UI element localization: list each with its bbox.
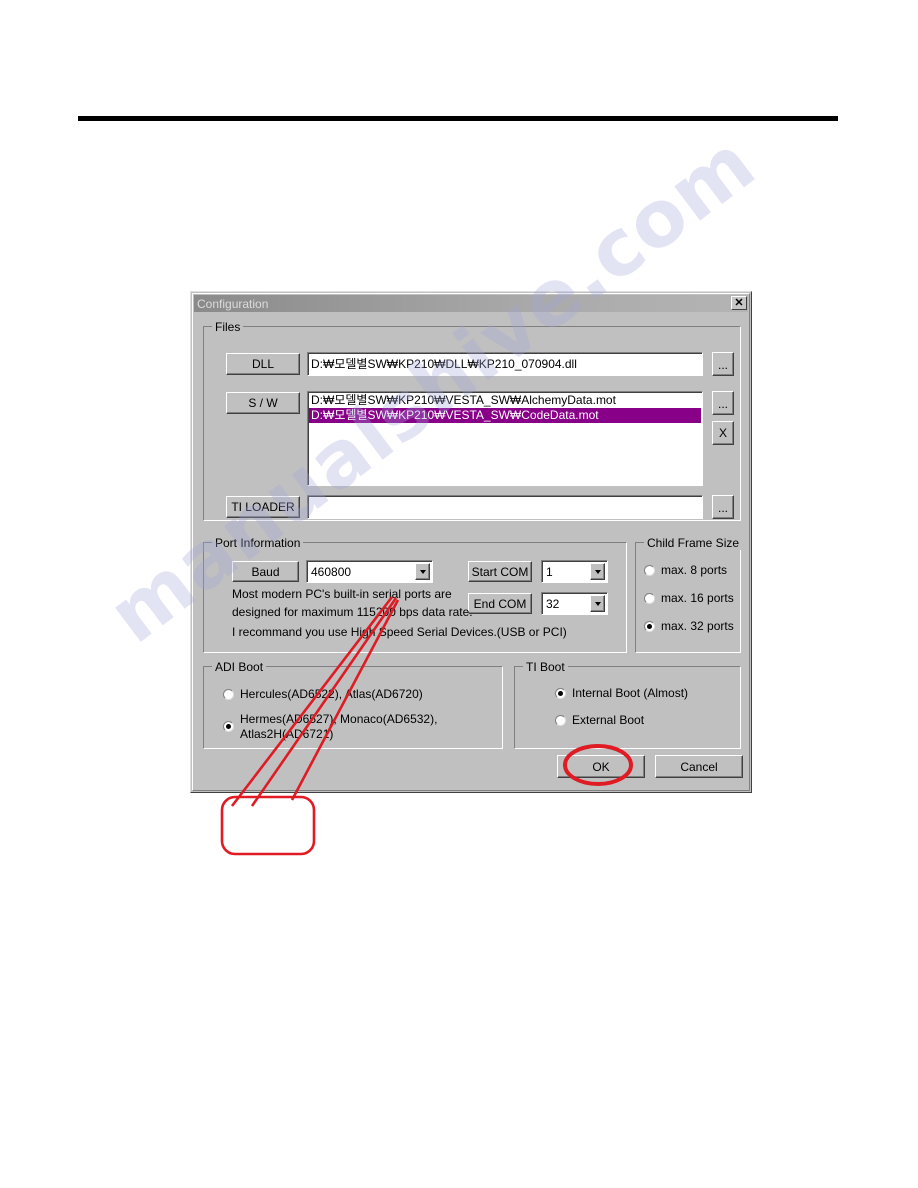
radio-icon[interactable] — [555, 715, 566, 726]
radio-label-line-2: Atlas2H(AD6721) — [240, 727, 334, 741]
sw-delete-button[interactable]: X — [712, 421, 734, 445]
radio-max-16-ports[interactable]: max. 16 ports — [644, 591, 734, 606]
configuration-dialog: Configuration ✕ Files DLL D:₩모델별SW₩KP210… — [190, 291, 752, 793]
sw-file-list[interactable]: D:₩모델별SW₩KP210₩VESTA_SW₩AlchemyData.mot … — [307, 391, 703, 486]
close-icon[interactable]: ✕ — [731, 296, 747, 310]
list-item[interactable]: D:₩모델별SW₩KP210₩VESTA_SW₩AlchemyData.mot — [309, 393, 701, 408]
radio-label: max. 16 ports — [661, 591, 734, 605]
radio-icon[interactable] — [644, 621, 655, 632]
annotation-callout-box — [220, 795, 316, 856]
radio-icon[interactable] — [644, 593, 655, 604]
radio-adi-hermes-monaco-atlas2h[interactable]: Hermes(AD6527), Monaco(AD6532), Atlas2H(… — [223, 712, 437, 742]
radio-label: Internal Boot (Almost) — [572, 686, 689, 700]
radio-label: Hercules(AD6522), Atlas(AD6720) — [240, 687, 423, 701]
end-com-button[interactable]: End COM — [468, 593, 532, 614]
port-information-group-label: Port Information — [212, 536, 304, 550]
radio-label-line-1: Hermes(AD6527), Monaco(AD6532), — [240, 712, 438, 726]
radio-adi-hercules-atlas[interactable]: Hercules(AD6522), Atlas(AD6720) — [223, 687, 423, 702]
adi-boot-group-label: ADI Boot — [212, 660, 267, 674]
child-frame-size-group-label: Child Frame Size — [644, 536, 743, 550]
tiloader-button[interactable]: TI LOADER — [226, 496, 300, 518]
radio-internal-boot[interactable]: Internal Boot (Almost) — [555, 686, 688, 701]
dll-browse-button[interactable]: ... — [712, 352, 734, 376]
end-com-select[interactable]: 32 — [541, 592, 608, 615]
sw-button[interactable]: S / W — [226, 392, 300, 414]
chevron-down-icon[interactable] — [590, 563, 605, 580]
baud-button[interactable]: Baud — [232, 561, 299, 582]
ti-boot-group-label: TI Boot — [523, 660, 568, 674]
radio-label: max. 32 ports — [661, 619, 734, 633]
dialog-titlebar: Configuration ✕ — [194, 295, 748, 312]
cancel-button[interactable]: Cancel — [655, 755, 743, 778]
radio-icon[interactable] — [223, 689, 234, 700]
port-information-group: Port Information Baud 460800 Start COM 1… — [203, 536, 627, 653]
files-group: Files DLL D:₩모델별SW₩KP210₩DLL₩KP210_07090… — [203, 320, 741, 521]
port-note-line-3: I recommand you use High Speed Serial De… — [232, 625, 567, 639]
radio-icon[interactable] — [223, 721, 234, 732]
list-item[interactable]: D:₩모델별SW₩KP210₩VESTA_SW₩CodeData.mot — [309, 408, 701, 423]
radio-max-8-ports[interactable]: max. 8 ports — [644, 563, 727, 578]
ok-button[interactable]: OK — [557, 755, 645, 778]
radio-label: max. 8 ports — [661, 563, 728, 577]
radio-label: Hermes(AD6527), Monaco(AD6532), Atlas2H(… — [240, 712, 437, 742]
page-header-rule — [78, 116, 838, 121]
radio-icon[interactable] — [555, 688, 566, 699]
radio-max-32-ports[interactable]: max. 32 ports — [644, 619, 734, 634]
child-frame-size-group: Child Frame Size max. 8 ports max. 16 po… — [635, 536, 743, 653]
baud-value: 460800 — [311, 564, 352, 579]
sw-browse-button[interactable]: ... — [712, 391, 734, 415]
radio-label: External Boot — [572, 713, 645, 727]
port-note-line-1: Most modern PC's built-in serial ports a… — [232, 587, 452, 601]
chevron-down-icon[interactable] — [590, 595, 605, 612]
start-com-button[interactable]: Start COM — [468, 561, 532, 582]
adi-boot-group: ADI Boot Hercules(AD6522), Atlas(AD6720)… — [203, 660, 503, 749]
end-com-value: 32 — [546, 596, 560, 611]
dll-path-field[interactable]: D:₩모델별SW₩KP210₩DLL₩KP210_070904.dll — [307, 352, 703, 376]
ti-boot-group: TI Boot Internal Boot (Almost) External … — [514, 660, 741, 749]
radio-icon[interactable] — [644, 565, 655, 576]
files-group-label: Files — [212, 320, 244, 334]
baud-select[interactable]: 460800 — [306, 560, 433, 583]
start-com-value: 1 — [546, 564, 553, 579]
port-note-line-2: designed for maximum 115200 bps data rat… — [232, 605, 473, 619]
chevron-down-icon[interactable] — [415, 563, 430, 580]
tiloader-path-field[interactable] — [307, 495, 703, 519]
radio-external-boot[interactable]: External Boot — [555, 713, 644, 728]
start-com-select[interactable]: 1 — [541, 560, 608, 583]
dll-button[interactable]: DLL — [226, 353, 300, 375]
dialog-title: Configuration — [197, 296, 269, 311]
tiloader-browse-button[interactable]: ... — [712, 495, 734, 519]
